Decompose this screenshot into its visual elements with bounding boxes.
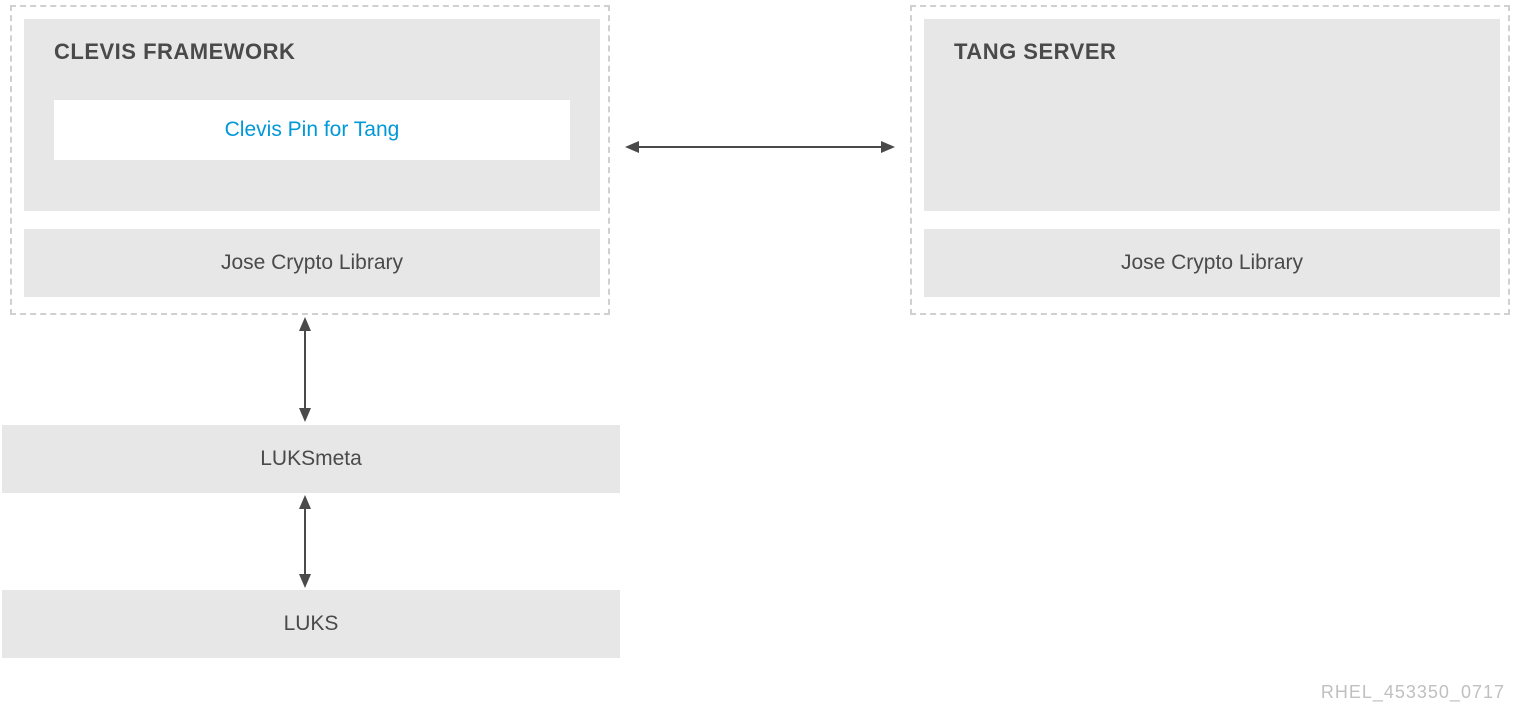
jose-library-left: Jose Crypto Library	[24, 229, 600, 297]
clevis-framework-box: CLEVIS FRAMEWORK Clevis Pin for Tang	[24, 19, 600, 211]
arrow-luksmeta-luks	[290, 495, 320, 588]
clevis-pin-box: Clevis Pin for Tang	[54, 100, 570, 160]
tang-server-title: TANG SERVER	[954, 39, 1470, 65]
footer-id: RHEL_453350_0717	[1321, 682, 1505, 703]
luksmeta-box: LUKSmeta	[2, 425, 620, 493]
clevis-group: CLEVIS FRAMEWORK Clevis Pin for Tang Jos…	[10, 5, 610, 315]
tang-server-box: TANG SERVER	[924, 19, 1500, 211]
arrow-clevis-tang	[625, 132, 895, 162]
arrow-jose-luksmeta	[290, 317, 320, 422]
clevis-framework-title: CLEVIS FRAMEWORK	[54, 39, 570, 65]
jose-library-right: Jose Crypto Library	[924, 229, 1500, 297]
tang-group: TANG SERVER Jose Crypto Library	[910, 5, 1510, 315]
luks-box: LUKS	[2, 590, 620, 658]
